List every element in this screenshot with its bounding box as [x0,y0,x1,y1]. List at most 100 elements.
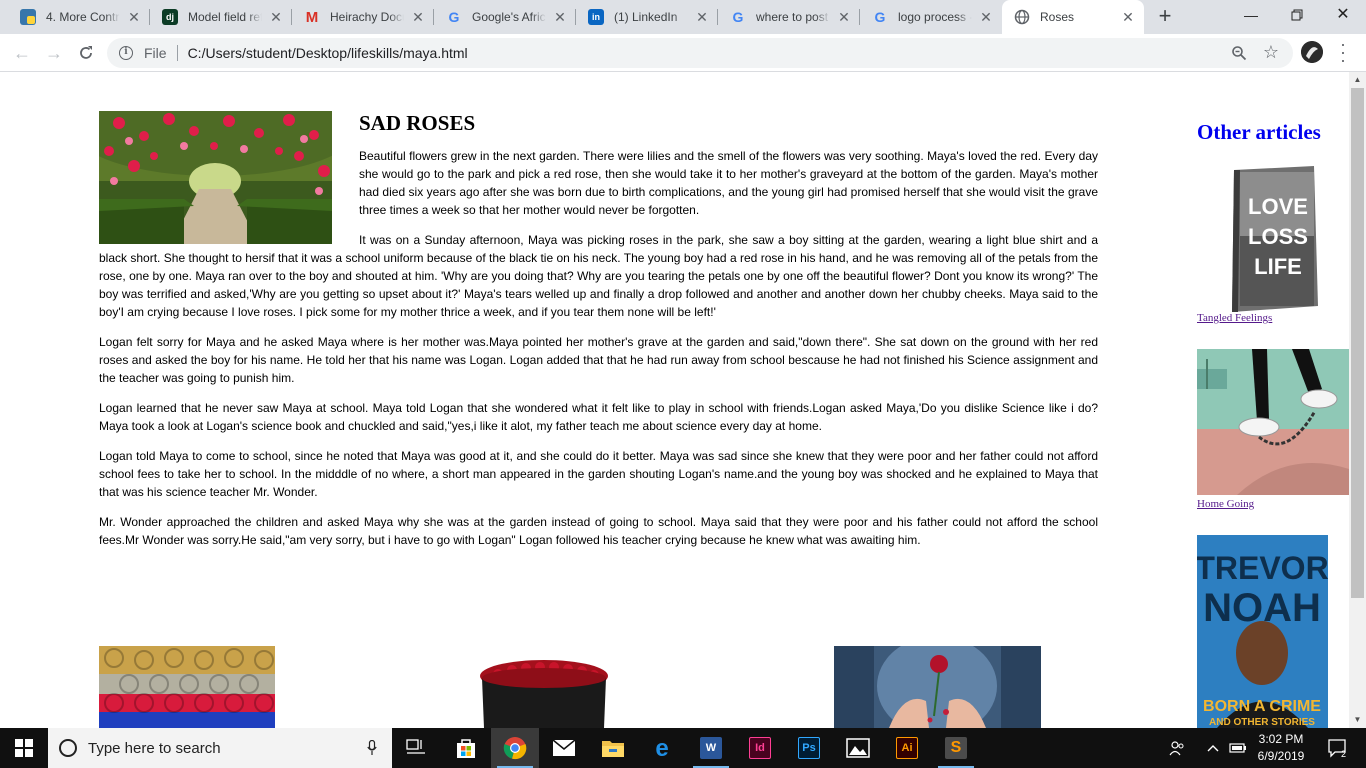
chrome-taskbar-icon[interactable] [491,728,539,768]
mail-icon[interactable] [540,728,588,768]
google-icon: G [448,9,460,25]
google-icon: G [874,9,886,25]
tab-django[interactable]: dj Model field ref ✕ [150,0,292,34]
page-viewport: SAD ROSES Beautiful flowers grew in the … [0,72,1349,728]
tab-gmail[interactable]: M Heirachy Docu ✕ [292,0,434,34]
article-paragraph: Logan learned that he never saw Maya at … [99,401,1098,433]
scrollbar-thumb[interactable] [1351,88,1364,598]
close-icon[interactable]: ✕ [268,9,284,26]
minimize-button[interactable]: — [1228,0,1274,30]
tab-title: Google's Africa [472,10,546,24]
tab-python[interactable]: 4. More Contro ✕ [8,0,150,34]
chevron-up-icon[interactable] [1202,728,1224,768]
close-window-button[interactable]: ✕ [1320,0,1366,30]
close-icon[interactable]: ✕ [552,9,568,26]
home-going-link[interactable]: Home Going [1197,498,1254,510]
close-icon[interactable]: ✕ [694,9,710,26]
tab-title: Heirachy Docu [330,10,404,24]
rose-box-image [478,660,610,728]
cortana-icon [59,739,77,757]
google-icon: G [732,9,744,25]
file-explorer-icon[interactable] [589,728,637,768]
reload-button[interactable] [72,39,100,67]
info-icon[interactable]: i [119,46,133,60]
zoom-icon[interactable] [1231,45,1247,61]
article-paragraph: Logan told Maya to come to school, since… [99,449,1098,499]
chrome-menu-icon[interactable]: · · · [1336,35,1350,69]
store-icon[interactable] [442,728,490,768]
article-body: Beautiful flowers grew in the next garde… [99,147,1098,561]
book-cover-text: TREVOR [1197,550,1328,586]
photoshop-icon[interactable]: Ps [785,728,833,768]
back-button[interactable]: ← [8,39,36,67]
gmail-icon: M [305,8,319,26]
task-view-icon[interactable] [392,728,440,768]
url-text[interactable]: C:/Users/student/Desktop/lifeskills/maya… [188,45,468,61]
people-icon[interactable] [1164,728,1190,768]
close-icon[interactable]: ✕ [836,9,852,26]
windows-logo-icon [15,739,33,757]
notification-count: 2 [1341,749,1346,758]
browser-toolbar: ← → i File C:/Users/student/Desktop/life… [0,34,1366,72]
taskbar-clock[interactable]: 3:02 PM 6/9/2019 [1250,731,1312,765]
tab-title: where to post [756,10,829,24]
tab-title: Roses [1040,10,1075,24]
close-icon[interactable]: ✕ [126,9,142,26]
tab-roses[interactable]: Roses ✕ [1002,0,1144,34]
close-icon[interactable]: ✕ [978,9,994,26]
photos-icon[interactable] [834,728,882,768]
forward-button[interactable]: → [40,39,68,67]
new-tab-button[interactable]: + [1154,5,1176,27]
word-icon[interactable]: W [687,728,735,768]
book-cover-text: LOVE [1248,194,1308,219]
taskbar-search-box[interactable]: Type here to search [48,728,392,768]
article-paragraph: Mr. Wonder approached the children and a… [99,515,1098,547]
book-cover-text: LOSS [1248,224,1308,249]
start-button[interactable] [0,728,48,768]
illustrator-icon[interactable]: Ai [883,728,931,768]
indesign-icon[interactable]: Id [736,728,784,768]
bookmark-star-icon[interactable]: ☆ [1263,42,1279,62]
tab-title: 4. More Contro [46,10,120,24]
clock-time: 3:02 PM [1258,732,1304,746]
sublime-text-icon[interactable]: S [932,728,980,768]
python-icon [20,9,36,25]
article-title: SAD ROSES [359,111,476,135]
tab-logo-process[interactable]: G logo process - ✕ [860,0,1002,34]
book-cover-text: BORN A CRIME [1203,698,1321,715]
tab-where-to-post[interactable]: G where to post ✕ [718,0,860,34]
microphone-icon[interactable] [367,740,377,756]
close-icon[interactable]: ✕ [410,9,426,26]
linkedin-icon: in [588,9,604,25]
love-loss-life-book-image[interactable]: LOVE LOSS LIFE [1226,166,1322,312]
address-bar[interactable]: i File C:/Users/student/Desktop/lifeskil… [107,38,1293,68]
tangled-feelings-link[interactable]: Tangled Feelings [1197,312,1272,324]
tab-title: (1) LinkedIn [614,10,678,24]
notification-icon: 2 [1328,739,1346,758]
tab-title: logo process - [898,10,972,24]
browser-tab-strip: 4. More Contro ✕ dj Model field ref ✕ M … [0,0,1366,34]
tab-linkedin[interactable]: in (1) LinkedIn ✕ [576,0,718,34]
born-a-crime-book-image[interactable]: TREVOR NOAH BORN A CRIME AND OTHER STORI… [1197,535,1328,728]
clock-date: 6/9/2019 [1257,749,1305,763]
profile-avatar[interactable] [1301,41,1323,63]
book-cover-text: AND OTHER STORIES [1209,717,1315,728]
close-icon[interactable]: ✕ [1120,9,1136,26]
action-center-button[interactable]: 2 [1320,728,1354,768]
colorful-roses-image [99,646,275,728]
edge-icon[interactable]: e [638,728,686,768]
search-placeholder: Type here to search [88,739,221,757]
other-articles-heading: Other articles [1197,120,1321,144]
tab-title: Model field ref [188,10,262,24]
scroll-down-arrow-icon[interactable]: ▼ [1349,712,1366,728]
enchanted-rose-image [834,646,1041,728]
scroll-up-arrow-icon[interactable]: ▲ [1349,72,1366,88]
home-going-book-image[interactable] [1197,349,1349,495]
maximize-button[interactable] [1274,0,1320,30]
article-paragraph: Logan felt sorry for Maya and he asked M… [99,335,1098,385]
tab-google-africa[interactable]: G Google's Africa ✕ [434,0,576,34]
windows-taskbar: Type here to search e W Id Ps Ai S 3:02 … [0,728,1366,768]
page-scrollbar[interactable]: ▲ ▼ [1349,72,1366,728]
django-icon: dj [162,9,178,25]
battery-icon[interactable] [1226,728,1250,768]
